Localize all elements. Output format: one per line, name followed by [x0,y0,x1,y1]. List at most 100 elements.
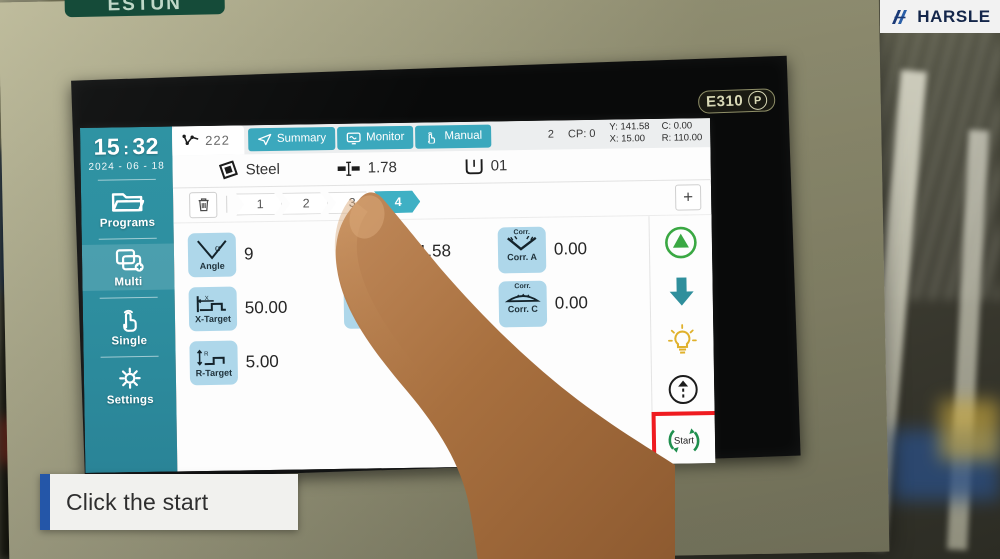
clock-minutes: 32 [132,132,160,160]
param-r-target[interactable]: R R-Target 5.00 [189,335,341,389]
svg-text:α: α [215,243,221,254]
tab-label: Summary [276,132,327,146]
param-value: 0.00 [553,239,588,259]
step-chevron[interactable]: 2 [282,192,328,215]
param-tile-label: Target [353,258,381,269]
corr-a-icon [507,235,537,251]
param-tile-label: Angle [199,260,225,272]
readout-axis-group: Y: 141.58 X: 15.00 C: 0.00 R: 110.00 [609,121,702,146]
control-rail: Start [648,215,716,473]
param-tile-label: Corr. A [507,251,537,263]
sidebar-divider [100,355,159,358]
step-chevron[interactable]: 1 [236,193,282,216]
param-tile-label: X-Target [195,313,232,325]
sidebar-item-multi[interactable]: Multi [81,243,175,291]
start-button[interactable]: Start [651,410,716,473]
paper-plane-icon [257,133,271,145]
param-tile [343,284,393,329]
readout-y: Y: 141.58 [609,121,650,134]
folder-icon [111,193,145,212]
up-triangle-circle-icon [665,226,697,259]
material-field[interactable]: Steel [218,159,337,180]
down-arrow-icon [669,277,694,306]
param-y-target[interactable]: Y Target 141.58 [342,225,495,279]
lamp-button[interactable] [659,317,706,364]
param-x-target[interactable]: X X-Target 50.00 [188,281,340,335]
r-target-icon: R [196,349,225,366]
y-target-icon: Y [350,237,380,257]
sidebar-item-label: Single [111,334,148,348]
sidebar-item-label: Programs [99,216,156,230]
svg-text:R: R [204,352,209,358]
body-area: α Angle 9 Y Target 141.58 Corr. Corr. A … [174,215,716,473]
step-chevrons: 1 2 3 4 [236,191,420,216]
step-up-button[interactable] [660,366,707,413]
readout-yx: Y: 141.58 X: 15.00 [609,121,650,145]
screenshot-root: ESTUN E310 P 15 : 32 2024 - 06 - 18 Prog… [0,0,1000,559]
step-divider [226,196,228,214]
bend-count-field[interactable]: 01 [465,157,508,175]
add-step-button[interactable]: + [674,184,702,211]
harsle-logo: HARSLE [880,0,1000,33]
param-tile: Corr. Corr. A [497,226,547,274]
angle-icon: α [197,240,227,260]
tab-monitor[interactable]: Monitor [336,125,414,150]
param-corr-c[interactable]: Corr. Corr. C 0.00 [498,276,650,330]
harsle-logo-text: HARSLE [917,6,991,26]
thickness-field[interactable]: 1.78 [337,158,465,177]
param-tile: Y Target [342,230,392,275]
down-arrow-button[interactable] [658,268,705,315]
sidebar-item-settings[interactable]: Settings [84,362,177,409]
param-value: 5.00 [399,295,434,315]
tab-summary[interactable]: Summary [247,126,336,151]
hand-icon [428,131,436,144]
readout-x: X: 15.00 [609,133,646,145]
tab-label: Manual [444,129,483,143]
trash-icon [198,198,209,212]
x2-target-icon [357,298,380,314]
step-chevron-selected[interactable]: 4 [374,191,420,214]
readout-cr: C: 0.00 R: 110.00 [661,121,702,145]
param-angle[interactable]: α Angle 9 [187,227,340,281]
harsle-mark-icon [892,9,908,24]
param-tile: Corr. Corr. C [498,280,548,328]
bend-count-value: 01 [490,157,508,175]
param-value: 0.00 [554,293,589,313]
sidebar-divider [99,296,158,299]
multi-layers-icon [115,249,144,272]
step-chevron[interactable]: 3 [328,191,374,214]
param-x2-target[interactable]: 5.00 [343,279,495,333]
param-value: 50.00 [244,297,288,318]
caption-text: Click the start [66,488,209,515]
sidebar: 15 : 32 2024 - 06 - 18 Programs Multi Si… [80,126,178,473]
tab-manual[interactable]: Manual [415,124,492,149]
svg-text:Y: Y [372,238,376,244]
thickness-value: 1.78 [367,159,397,177]
program-number: 222 [205,132,231,148]
lightbulb-icon [668,324,697,354]
readout-c: C: 0.00 [661,120,693,133]
background-yellow-object [940,400,1000,460]
x-target-icon: X [196,296,226,313]
delete-step-button[interactable] [189,191,218,219]
top-readouts: 2 CP: 0 Y: 141.58 X: 15.00 C: 0.00 R: 11… [548,118,711,149]
up-triangle-button[interactable] [658,219,705,266]
up-arrow-circle-icon [668,375,698,405]
tab-program[interactable]: 222 [171,125,245,156]
clock-hours: 15 [93,133,121,160]
clock-separator: : [123,139,130,159]
svg-text:X: X [205,296,209,302]
param-tile: α Angle [187,232,237,278]
sidebar-divider [97,178,156,181]
material-value: Steel [245,161,281,179]
caption-banner: Click the start [40,474,298,530]
param-corr-a[interactable]: Corr. Corr. A 0.00 [497,222,650,276]
gear-icon [119,367,141,389]
bend-profile-icon [182,134,199,146]
sidebar-item-single[interactable]: Single [83,303,176,350]
param-value: 5.00 [245,351,279,372]
param-tile-label: R-Target [195,367,233,379]
sidebar-item-programs[interactable]: Programs [81,185,174,232]
caption-accent-bar [40,474,50,530]
readout-cp: CP: 0 [567,128,596,141]
